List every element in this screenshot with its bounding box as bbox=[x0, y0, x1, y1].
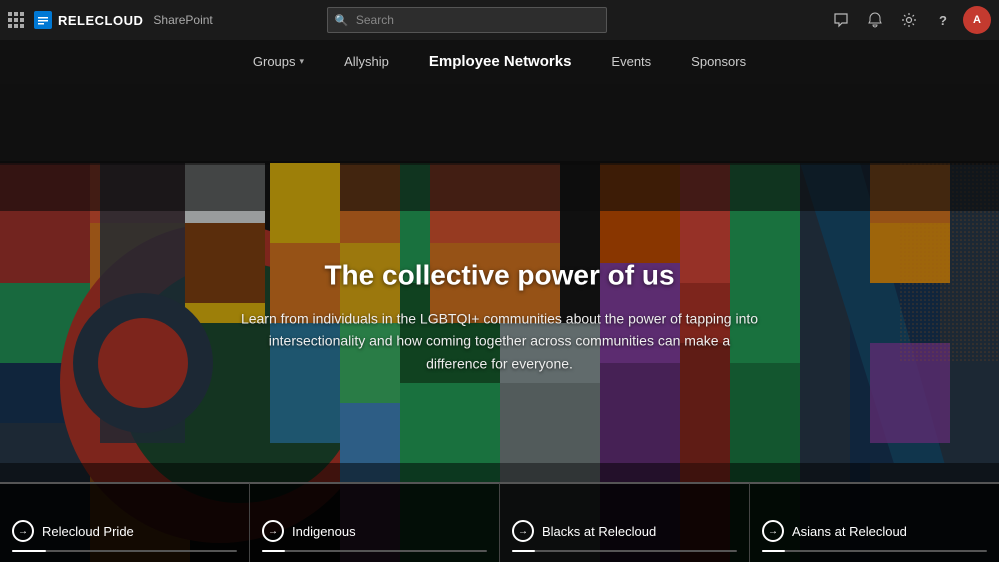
card-arrow-asians: → Asians at Relecloud bbox=[762, 520, 987, 542]
card-item-pride[interactable]: → Relecloud Pride bbox=[0, 482, 249, 562]
nav-item-allyship[interactable]: Allyship bbox=[340, 40, 393, 84]
logo-area: RELECLOUD SharePoint bbox=[8, 11, 213, 29]
nav-item-sponsors[interactable]: Sponsors bbox=[687, 40, 750, 84]
app-name: RELECLOUD bbox=[58, 13, 143, 28]
card-progress-fill bbox=[512, 550, 535, 552]
help-button[interactable]: ? bbox=[929, 6, 957, 34]
nav-bar: Groups ▾ Allyship Employee Networks Even… bbox=[0, 40, 999, 84]
search-input[interactable] bbox=[327, 7, 607, 33]
platform-name: SharePoint bbox=[153, 13, 212, 27]
nav-item-events[interactable]: Events bbox=[607, 40, 655, 84]
hero-section: The collective power of us Learn from in… bbox=[0, 84, 999, 562]
app-logo-icon bbox=[34, 11, 52, 29]
card-item-blacks[interactable]: → Blacks at Relecloud bbox=[499, 482, 749, 562]
card-arrow-pride: → Relecloud Pride bbox=[12, 520, 237, 542]
card-progress-bar bbox=[262, 550, 487, 552]
nav-item-groups[interactable]: Groups ▾ bbox=[249, 40, 308, 84]
user-avatar[interactable]: A bbox=[963, 6, 991, 34]
card-item-indigenous[interactable]: → Indigenous bbox=[249, 482, 499, 562]
avatar-initials: A bbox=[973, 14, 981, 26]
speech-bubble-button[interactable] bbox=[827, 6, 855, 34]
waffle-icon[interactable] bbox=[8, 12, 24, 28]
card-arrow-blacks: → Blacks at Relecloud bbox=[512, 520, 737, 542]
nav-item-employee-networks[interactable]: Employee Networks bbox=[425, 40, 576, 84]
hero-subtitle: Learn from individuals in the LGBTQI+ co… bbox=[240, 308, 760, 375]
card-progress-bar bbox=[512, 550, 737, 552]
top-bar: RELECLOUD SharePoint 🔍 ? A bbox=[0, 0, 999, 40]
card-arrow-indigenous: → Indigenous bbox=[262, 520, 487, 542]
arrow-circle-icon: → bbox=[512, 520, 534, 542]
hero-content: The collective power of us Learn from in… bbox=[240, 260, 760, 375]
settings-button[interactable] bbox=[895, 6, 923, 34]
chevron-down-icon: ▾ bbox=[300, 56, 305, 67]
bottom-cards: → Relecloud Pride → Indigenous → Blacks … bbox=[0, 482, 999, 562]
hero-title: The collective power of us bbox=[240, 260, 760, 292]
card-progress-fill bbox=[262, 550, 285, 552]
card-progress-fill bbox=[12, 550, 46, 552]
card-progress-bar bbox=[12, 550, 237, 552]
search-icon: 🔍 bbox=[335, 14, 349, 27]
arrow-circle-icon: → bbox=[262, 520, 284, 542]
card-progress-bar bbox=[762, 550, 987, 552]
search-container: 🔍 bbox=[327, 7, 607, 33]
card-progress-fill bbox=[762, 550, 785, 552]
arrow-circle-icon: → bbox=[762, 520, 784, 542]
card-item-asians[interactable]: → Asians at Relecloud bbox=[749, 482, 999, 562]
notifications-button[interactable] bbox=[861, 6, 889, 34]
arrow-circle-icon: → bbox=[12, 520, 34, 542]
top-bar-actions: ? A bbox=[827, 6, 991, 34]
